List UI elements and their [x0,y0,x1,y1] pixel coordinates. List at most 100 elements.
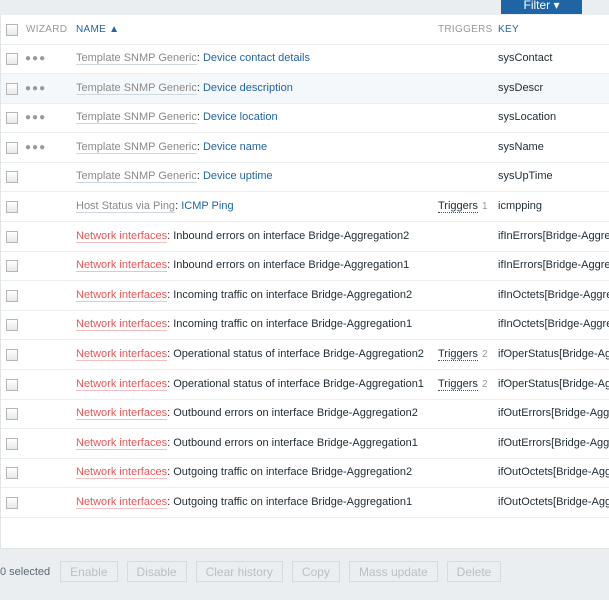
filter-button[interactable]: Filter ▾ [501,0,582,14]
item-name: Network interfaces: Operational status o… [76,377,424,391]
item-parent-link[interactable]: Network interfaces [76,496,168,509]
item-name: Network interfaces: Outbound errors on i… [76,436,418,450]
key-header[interactable]: KEY [498,15,519,44]
item-parent-link[interactable]: Network interfaces [76,259,168,273]
item-parent-link[interactable]: Network interfaces [76,436,168,450]
item-parent-link[interactable]: Template SNMP Generic [76,52,197,65]
table-row: Network interfaces: Outbound errors on i… [1,399,609,430]
wizard-header: WIZARD [26,24,68,35]
row-checkbox[interactable] [6,82,18,95]
item-name-link[interactable]: Device uptime [203,170,273,182]
row-checkbox[interactable] [6,349,18,361]
clear-history-button[interactable]: Clear history [195,561,283,582]
item-name: Template SNMP Generic: Device name [76,140,268,154]
delete-button[interactable]: Delete [446,561,502,582]
item-name: Template SNMP Generic: Device descriptio… [76,81,293,95]
item-name: Network interfaces: Outbound errors on i… [76,407,418,421]
triggers-link[interactable]: Triggers [438,200,478,213]
action-bar: 0 selected Enable Disable Clear history Cop… [0,561,510,582]
copy-button[interactable]: Copy [291,561,340,582]
table-row: ●●● Template SNMP Generic: Device descrip… [1,73,609,104]
item-name-link[interactable]: Device name [203,141,267,153]
item-key: ifInErrors[Bridge-Aggreg [498,259,609,272]
row-checkbox[interactable] [6,53,18,65]
row-checkbox[interactable] [6,437,18,450]
row-checkbox[interactable] [6,112,18,125]
select-all-checkbox[interactable] [6,24,18,36]
table-row: Network interfaces: Incoming traffic on … [1,310,609,341]
item-name: Template SNMP Generic: Device uptime [76,170,273,184]
item-parent-link[interactable]: Template SNMP Generic [76,111,197,125]
item-parent-link[interactable]: Network interfaces [76,466,168,480]
item-parent-link[interactable]: Network interfaces [76,377,168,391]
item-name: Network interfaces: Outgoing traffic on … [76,466,413,480]
item-name-link[interactable]: Device contact details [203,52,310,64]
item-name-link[interactable]: Incoming traffic on interface Bridge-Agg… [173,318,412,330]
item-name-link[interactable]: ICMP Ping [181,200,233,212]
item-parent-link[interactable]: Network interfaces [76,288,168,302]
item-name: Host Status via Ping: ICMP Ping [76,200,234,213]
row-checkbox[interactable] [6,260,18,273]
item-name-link[interactable]: Device location [203,111,278,123]
item-name-link[interactable]: Outgoing traffic on interface Bridge-Agg… [173,496,412,508]
row-checkbox[interactable] [6,497,18,509]
table-row: Network interfaces: Inbound errors on in… [1,222,609,252]
item-parent-link[interactable]: Network interfaces [76,348,168,361]
item-parent-link[interactable]: Template SNMP Generic [76,140,197,154]
triggers-cell: Triggers 2 [438,340,488,369]
table-row: Network interfaces: Outgoing traffic on … [1,488,609,518]
item-name-link[interactable]: Outgoing traffic on interface Bridge-Agg… [173,466,412,478]
item-name-link[interactable]: Inbound errors on interface Bridge-Aggre… [173,230,409,242]
item-name-link[interactable]: Device description [203,82,293,94]
wizard-menu-icon[interactable]: ●●● [25,44,46,73]
item-name: Network interfaces: Outgoing traffic on … [76,496,413,509]
item-key: sysUpTime [498,170,553,183]
item-key: sysContact [498,52,553,64]
mass-update-button[interactable]: Mass update [348,561,438,582]
table-row: ●●● Template SNMP Generic: Device contact… [1,44,609,74]
item-parent-link[interactable]: Template SNMP Generic [76,81,197,95]
item-name: Template SNMP Generic: Device contact de… [76,52,310,65]
row-checkbox[interactable] [6,141,18,154]
row-checkbox[interactable] [6,378,18,391]
row-checkbox[interactable] [6,467,18,480]
triggers-cell: Triggers 2 [438,370,488,399]
row-checkbox[interactable] [6,408,18,421]
triggers-header: TRIGGERS [438,24,493,35]
item-name-link[interactable]: Outbound errors on interface Bridge-Aggr… [173,437,418,449]
item-name-link[interactable]: Inbound errors on interface Bridge-Aggre… [173,259,409,271]
table-row: Network interfaces: Outbound errors on i… [1,429,609,459]
item-parent-link[interactable]: Network interfaces [76,229,168,243]
wizard-menu-icon[interactable]: ●●● [25,74,46,103]
item-name-link[interactable]: Outbound errors on interface Bridge-Aggr… [173,407,418,419]
item-key: ifOperStatus[Bridge-Ag [498,348,609,360]
table-row: Network interfaces: Outgoing traffic on … [1,458,609,489]
item-key: ifOutErrors[Bridge-Aggr [498,407,609,420]
item-parent-link[interactable]: Template SNMP Generic [76,170,197,184]
disable-button[interactable]: Disable [126,561,187,582]
row-checkbox[interactable] [6,289,18,302]
item-parent-link[interactable]: Network interfaces [76,318,168,332]
enable-button[interactable]: Enable [60,561,118,582]
item-name-link[interactable]: Incoming traffic on interface Bridge-Agg… [173,289,412,301]
triggers-link[interactable]: Triggers [438,377,478,391]
items-table: WIZARD NAME ▲ TRIGGERS KEY ●●● Template S… [0,15,609,549]
item-name-link[interactable]: Operational status of interface Bridge-A… [173,378,424,390]
item-parent-link[interactable]: Network interfaces [76,407,168,421]
row-checkbox[interactable] [6,201,18,213]
row-checkbox[interactable] [6,319,18,332]
item-key: ifOutOctets[Bridge-Aggr [498,496,609,508]
item-name-link[interactable]: Operational status of interface Bridge-A… [173,348,424,360]
table-header: WIZARD NAME ▲ TRIGGERS KEY [1,15,609,45]
item-name: Network interfaces: Incoming traffic on … [76,288,413,302]
row-checkbox[interactable] [6,230,18,243]
wizard-menu-icon[interactable]: ●●● [25,133,46,162]
wizard-menu-icon[interactable]: ●●● [25,103,46,132]
triggers-link[interactable]: Triggers [438,348,478,361]
item-key: ifOutErrors[Bridge-Aggr [498,436,609,449]
row-checkbox[interactable] [6,171,18,184]
name-header[interactable]: NAME ▲ [76,15,119,44]
trigger-count: 2 [481,378,488,390]
item-parent-link[interactable]: Host Status via Ping [76,200,176,213]
table-row: Network interfaces: Inbound errors on in… [1,251,609,282]
